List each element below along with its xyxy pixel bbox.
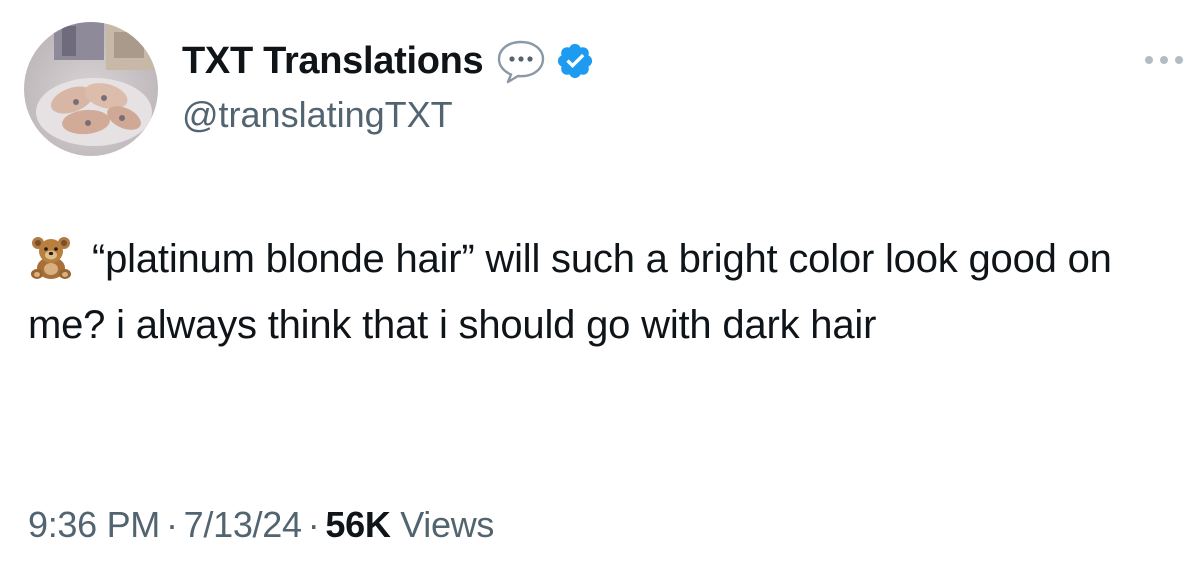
author-display-name[interactable]: TXT Translations <box>182 40 484 83</box>
tweet-text: “platinum blonde hair” will such a brigh… <box>28 226 1168 358</box>
tweet-date[interactable]: 7/13/24 <box>184 504 302 545</box>
tweet-time[interactable]: 9:36 PM <box>28 504 160 545</box>
views-count[interactable]: 56K <box>325 504 390 545</box>
meta-separator: · <box>307 504 320 545</box>
verified-badge-icon[interactable] <box>555 41 595 81</box>
tweet-text-content: “platinum blonde hair” will such a brigh… <box>28 237 1112 347</box>
speech-bubble-icon <box>495 38 547 84</box>
views-label[interactable]: Views <box>400 504 494 545</box>
avatar-image <box>24 22 158 156</box>
author-name-row: TXT Translations <box>182 38 595 84</box>
tweet-meta: 9:36 PM · 7/13/24 · 56K Views <box>28 504 494 546</box>
teddy-bear-emoji-icon <box>28 234 74 280</box>
author-handle[interactable]: @translatingTXT <box>182 94 453 136</box>
more-options-icon[interactable] <box>1142 50 1186 70</box>
avatar[interactable] <box>24 22 158 156</box>
meta-separator: · <box>165 504 178 545</box>
tweet-card: TXT Translations @translatingTXT “platin… <box>0 0 1200 572</box>
